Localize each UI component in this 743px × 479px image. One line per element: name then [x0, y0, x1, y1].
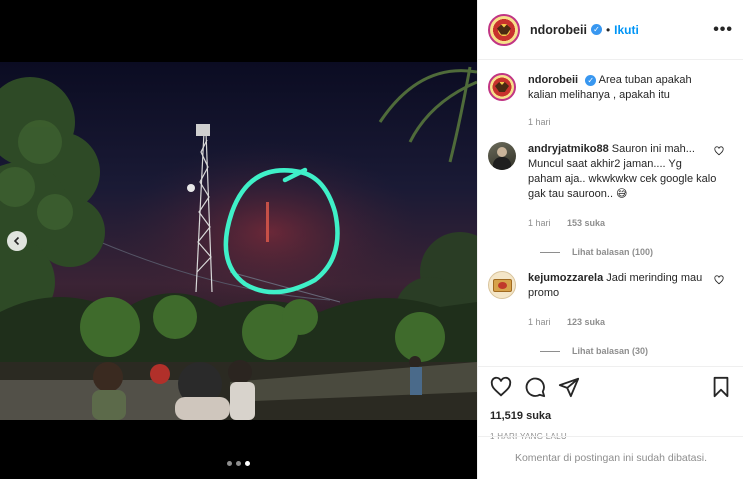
- view-replies-label: Lihat balasan (100): [572, 247, 654, 257]
- view-replies-button[interactable]: Lihat balasan (100): [540, 247, 734, 257]
- comment-username[interactable]: andryjatmiko88: [528, 143, 609, 155]
- heart-icon[interactable]: [490, 376, 512, 398]
- bookmark-icon[interactable]: [710, 376, 732, 398]
- caption-username[interactable]: ndorobeii: [528, 74, 578, 86]
- view-replies-button[interactable]: Lihat balasan (30): [540, 346, 734, 356]
- post-side-panel: ndorobeii ✓ • Ikuti ••• ndorobeii ✓ Area…: [477, 0, 743, 479]
- author-avatar[interactable]: [488, 73, 516, 101]
- comment-likes[interactable]: 153 suka: [567, 218, 605, 228]
- author-avatar[interactable]: [488, 13, 520, 46]
- verified-icon: ✓: [590, 24, 602, 35]
- previous-image-button[interactable]: [7, 231, 27, 251]
- post-header: ndorobeii ✓ • Ikuti •••: [478, 0, 743, 60]
- comment-time[interactable]: 1 hari: [528, 317, 551, 327]
- carousel-dot: [227, 461, 232, 466]
- comments-list: ndorobeii ✓ Area tuban apakah kalian mel…: [478, 61, 743, 366]
- caption-time[interactable]: 1 hari: [528, 117, 551, 127]
- verified-icon: ✓: [585, 74, 597, 86]
- comment-icon[interactable]: [524, 376, 546, 398]
- view-replies-label: Lihat balasan (30): [572, 346, 649, 356]
- post-actions: 11,519 suka 1 HARI YANG LALU: [478, 366, 743, 441]
- comment-username[interactable]: kejumozzarela: [528, 272, 603, 284]
- heart-icon[interactable]: [714, 275, 724, 285]
- heart-icon[interactable]: [714, 146, 724, 156]
- comment-item: kejumozzarela Jadi merinding mau promo 1…: [488, 271, 734, 330]
- post-media: [0, 0, 477, 479]
- caption: ndorobeii ✓ Area tuban apakah kalian mel…: [488, 73, 734, 130]
- post-photo: [0, 62, 477, 420]
- chevron-left-icon: [13, 236, 20, 246]
- comment-likes[interactable]: 123 suka: [567, 317, 605, 327]
- comment-item: andryjatmiko88 Sauron ini mah... Muncul …: [488, 142, 734, 231]
- carousel-dot-active: [245, 461, 250, 466]
- commenter-avatar[interactable]: [488, 271, 516, 299]
- carousel-dot: [236, 461, 241, 466]
- follow-button[interactable]: Ikuti: [614, 23, 639, 37]
- share-icon[interactable]: [558, 376, 580, 398]
- likes-count[interactable]: 11,519 suka: [490, 410, 732, 422]
- carousel-indicator: [0, 461, 477, 466]
- night-sky-scene: [0, 66, 477, 420]
- comment-time[interactable]: 1 hari: [528, 218, 551, 228]
- comments-disabled-notice: Komentar di postingan ini sudah dibatasi…: [478, 436, 743, 479]
- separator: •: [605, 22, 611, 37]
- commenter-avatar[interactable]: [488, 142, 516, 170]
- author-username[interactable]: ndorobeii: [530, 23, 587, 37]
- more-options-button[interactable]: •••: [713, 21, 733, 39]
